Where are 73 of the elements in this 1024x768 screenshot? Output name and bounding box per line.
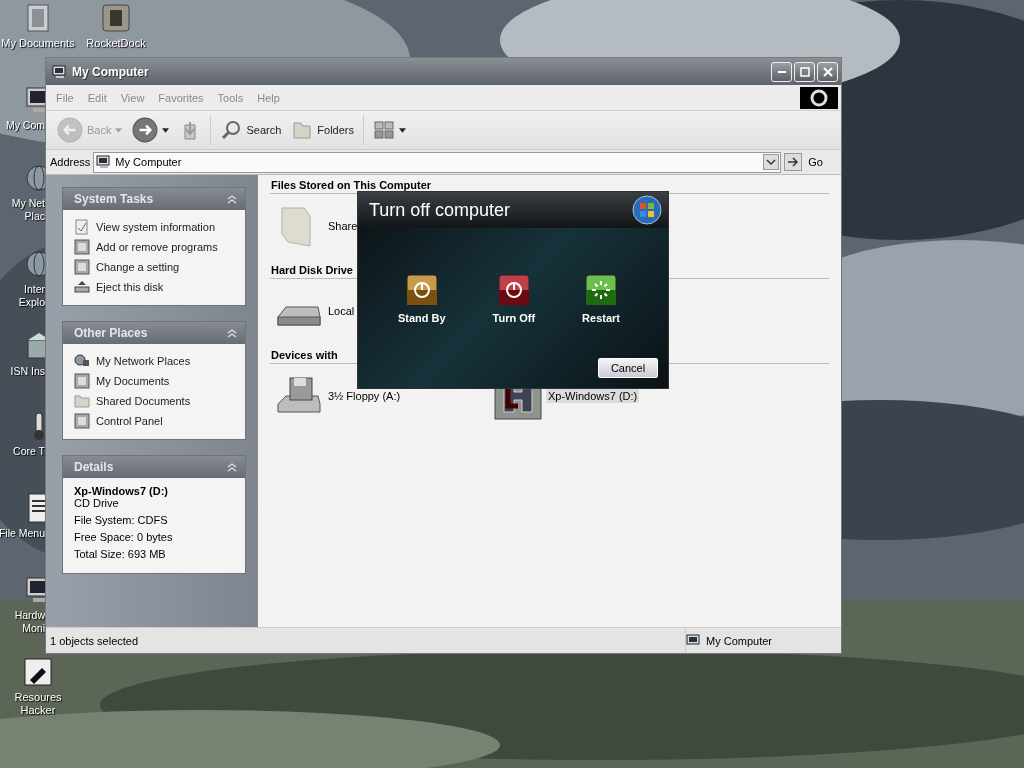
close-icon (822, 66, 833, 77)
turnoff-option[interactable]: Turn Off (492, 274, 536, 324)
dialog-title: Turn off computer (369, 199, 511, 221)
task-link[interactable]: Add or remove programs (96, 241, 218, 253)
globe-icon (74, 353, 90, 369)
power-icon (497, 274, 530, 306)
caret-icon (162, 127, 170, 133)
panel-icon (74, 259, 90, 275)
section-heading: Files Stored on This Computer (271, 179, 432, 191)
ring-logo-icon (800, 86, 838, 109)
task-link[interactable]: Change a setting (96, 261, 180, 273)
desktop-icon-label[interactable]: File Menu (0, 527, 45, 540)
cancel-button[interactable]: Cancel (598, 358, 658, 378)
maximize-button[interactable] (794, 61, 815, 82)
caret-icon (399, 127, 406, 133)
eject-icon (74, 279, 90, 295)
section-heading: Devices with (271, 349, 338, 361)
window-title: My Computer (72, 64, 149, 79)
desktop-icon-label[interactable]: Hardw Moni (14, 609, 45, 635)
checklist-icon (74, 219, 90, 235)
desktop-icon-label[interactable]: My Net Plac (11, 197, 45, 223)
detail-text: Total Size: 693 MB (74, 548, 167, 560)
search-button[interactable]: Search (217, 117, 285, 143)
search-icon (220, 119, 243, 141)
power-icon (405, 274, 438, 306)
standby-option[interactable]: Stand By (398, 274, 446, 324)
dock-icon[interactable] (100, 2, 132, 34)
computer-icon (52, 63, 68, 80)
address-field[interactable]: My Computer (93, 151, 782, 173)
minimize-button[interactable] (771, 61, 792, 82)
restart-icon (585, 274, 618, 306)
detail-text: File System: CDFS (74, 514, 169, 526)
task-link[interactable]: Eject this disk (96, 281, 164, 293)
task-link[interactable]: Shared Documents (96, 395, 191, 407)
caret-icon (115, 127, 123, 133)
restart-option[interactable]: Restart (582, 274, 620, 324)
flag-orb-icon (632, 195, 662, 225)
task-link[interactable]: View system information (96, 221, 215, 233)
desktop-icon-label[interactable]: Resoures Hacker (14, 691, 62, 717)
panel-icon (74, 413, 90, 429)
dropdown-icon[interactable] (763, 154, 780, 170)
go-button[interactable]: Go (784, 153, 837, 171)
task-link[interactable]: Control Panel (96, 415, 163, 427)
drive-name: Xp-Windows7 (D:) (74, 485, 169, 497)
drive-label[interactable]: 3½ Floppy (A:) (326, 389, 403, 403)
maximize-icon (799, 66, 810, 77)
collapse-icon (227, 194, 237, 204)
collapse-icon (227, 328, 237, 338)
address-label: Address (50, 156, 91, 168)
drive-label[interactable]: Xp-Windows7 (D:) (546, 389, 640, 403)
globe-icon[interactable] (23, 162, 45, 194)
drive-label[interactable]: Share (326, 219, 360, 233)
detail-text: CD Drive (74, 497, 120, 509)
views-icon (373, 119, 395, 141)
folders-button[interactable]: Folders (288, 117, 357, 143)
globe-icon[interactable] (23, 248, 45, 280)
back-icon (57, 117, 83, 143)
computer-icon (96, 154, 113, 170)
task-link[interactable]: My Network Places (96, 355, 191, 367)
minimize-icon (777, 70, 786, 73)
box-icon (74, 239, 90, 255)
status-location: My Computer (706, 634, 773, 647)
detail-text: Free Space: 0 bytes (74, 531, 174, 543)
section-heading: Hard Disk Drive (271, 264, 353, 276)
collapse-icon (227, 462, 237, 472)
desktop-icon-label[interactable]: ISN Ins (10, 365, 45, 378)
desktop-icon-label[interactable]: Inter Explo (18, 283, 45, 309)
forward-icon (132, 117, 159, 143)
close-button[interactable] (817, 61, 838, 82)
task-link[interactable]: My Documents (96, 375, 170, 387)
status-text: 1 objects selected (49, 634, 140, 647)
desktop-icon-label[interactable]: Core T (13, 445, 45, 458)
drive-label[interactable]: Local (326, 304, 357, 318)
